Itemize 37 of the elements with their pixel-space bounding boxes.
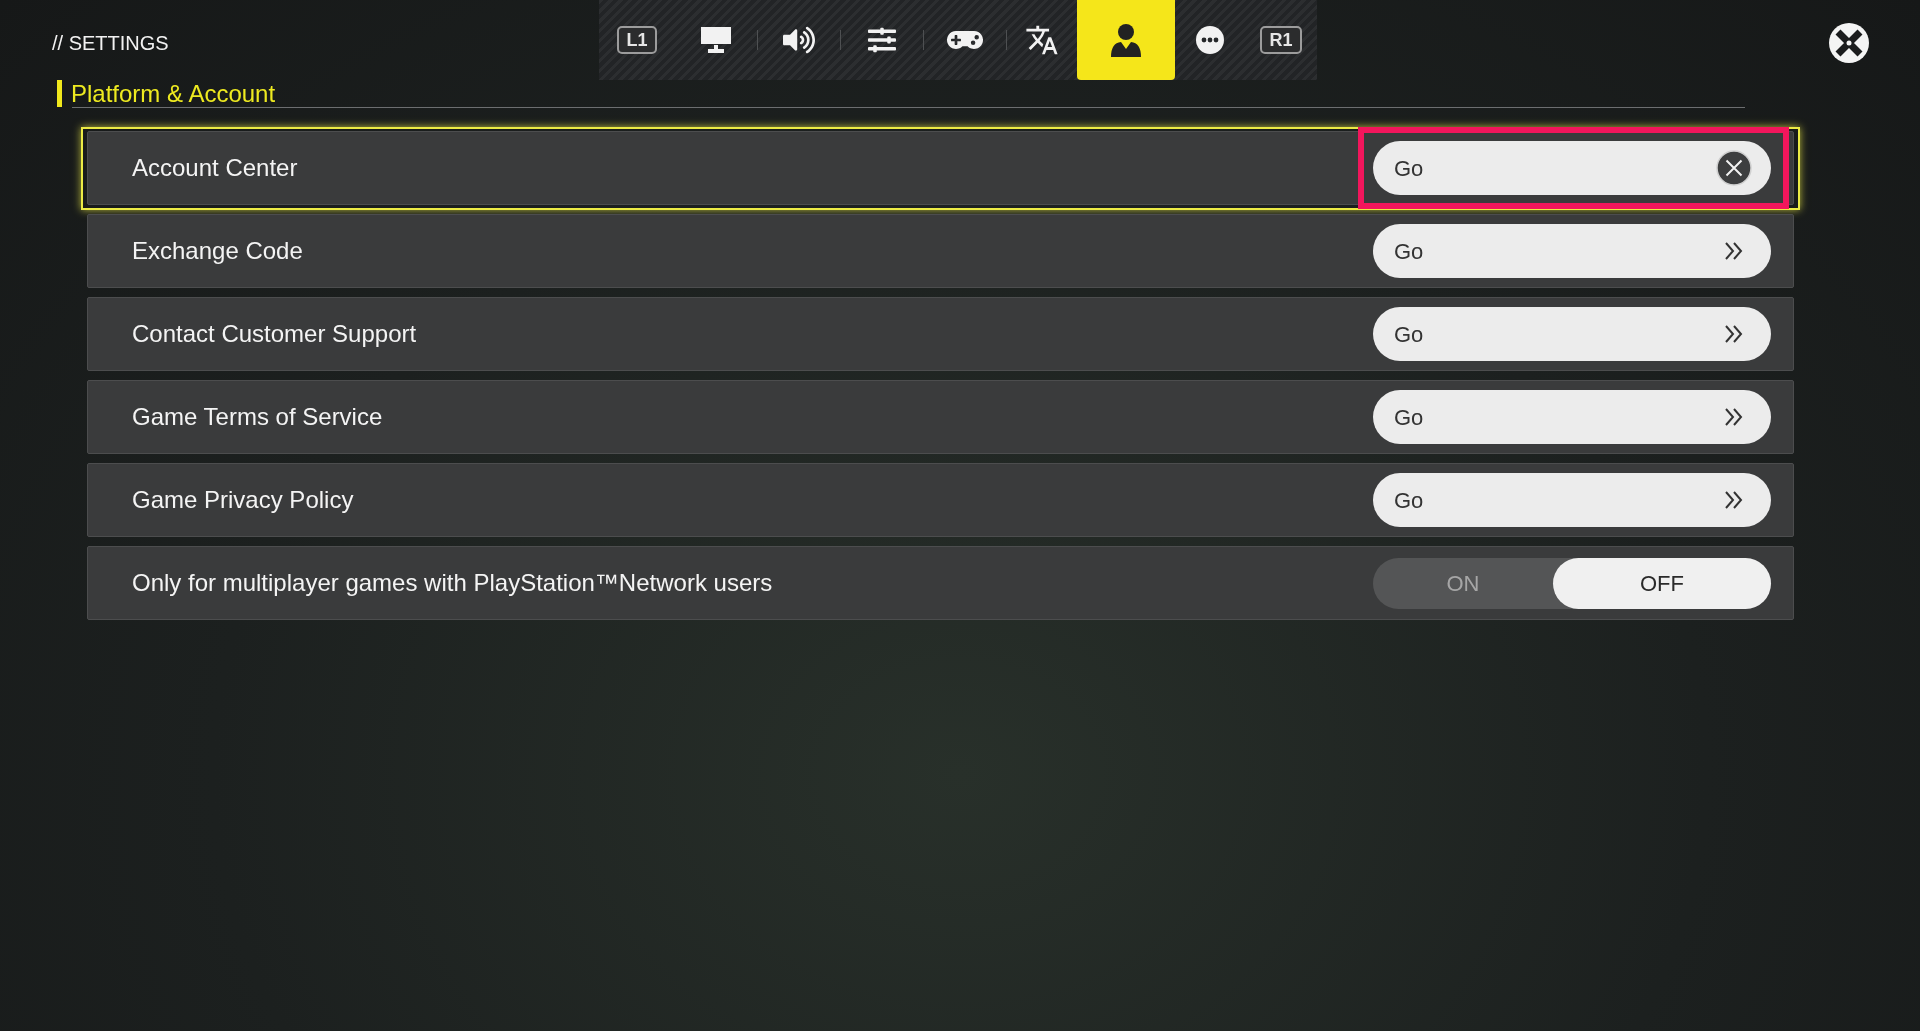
- go-button[interactable]: Go: [1373, 224, 1771, 278]
- breadcrumb-title: // SETTINGS: [52, 32, 169, 54]
- setting-row[interactable]: Exchange Code Go: [87, 214, 1794, 288]
- shoulder-key-hint[interactable]: L1: [617, 26, 657, 54]
- accent-bar: [57, 80, 62, 107]
- toggle-switch[interactable]: ON OFF: [1373, 557, 1771, 609]
- go-button[interactable]: Go: [1373, 390, 1771, 444]
- go-button[interactable]: Go: [1373, 141, 1771, 195]
- toggle-option[interactable]: OFF: [1553, 557, 1771, 609]
- close-button[interactable]: [1829, 23, 1869, 63]
- double-chevron-icon: [1723, 406, 1745, 428]
- close-icon: [1829, 23, 1869, 63]
- double-chevron-icon: [1723, 323, 1745, 345]
- cross-button-icon: [1716, 150, 1752, 186]
- section-title: Platform & Account: [71, 80, 276, 107]
- sliders-icon: [868, 26, 896, 54]
- more-icon: [1196, 26, 1224, 54]
- person-icon: [1109, 23, 1143, 57]
- shoulder-key-hint[interactable]: R1: [1260, 26, 1302, 54]
- setting-label: Game Terms of Service: [132, 402, 383, 432]
- setting-label: Account Center: [132, 153, 298, 183]
- double-chevron-icon: [1723, 489, 1745, 511]
- translate-icon: [1025, 23, 1059, 57]
- setting-row[interactable]: Only for multiplayer games with PlayStation™Network users ON OFF: [87, 546, 1794, 620]
- setting-label: Exchange Code: [132, 236, 303, 266]
- speaker-icon: [783, 24, 815, 56]
- setting-row[interactable]: Game Terms of Service Go: [87, 380, 1794, 454]
- setting-row[interactable]: Contact Customer Support Go: [87, 297, 1794, 371]
- monitor-icon: [700, 26, 732, 54]
- go-button[interactable]: Go: [1373, 473, 1771, 527]
- double-chevron-icon: [1723, 240, 1745, 262]
- settings-tab[interactable]: [1077, 0, 1175, 80]
- setting-label: Only for multiplayer games with PlayStation™Network users: [132, 568, 773, 598]
- go-button[interactable]: Go: [1373, 307, 1771, 361]
- setting-label: Game Privacy Policy: [132, 485, 354, 515]
- setting-row[interactable]: Game Privacy Policy Go: [87, 463, 1794, 537]
- setting-label: Contact Customer Support: [132, 319, 417, 349]
